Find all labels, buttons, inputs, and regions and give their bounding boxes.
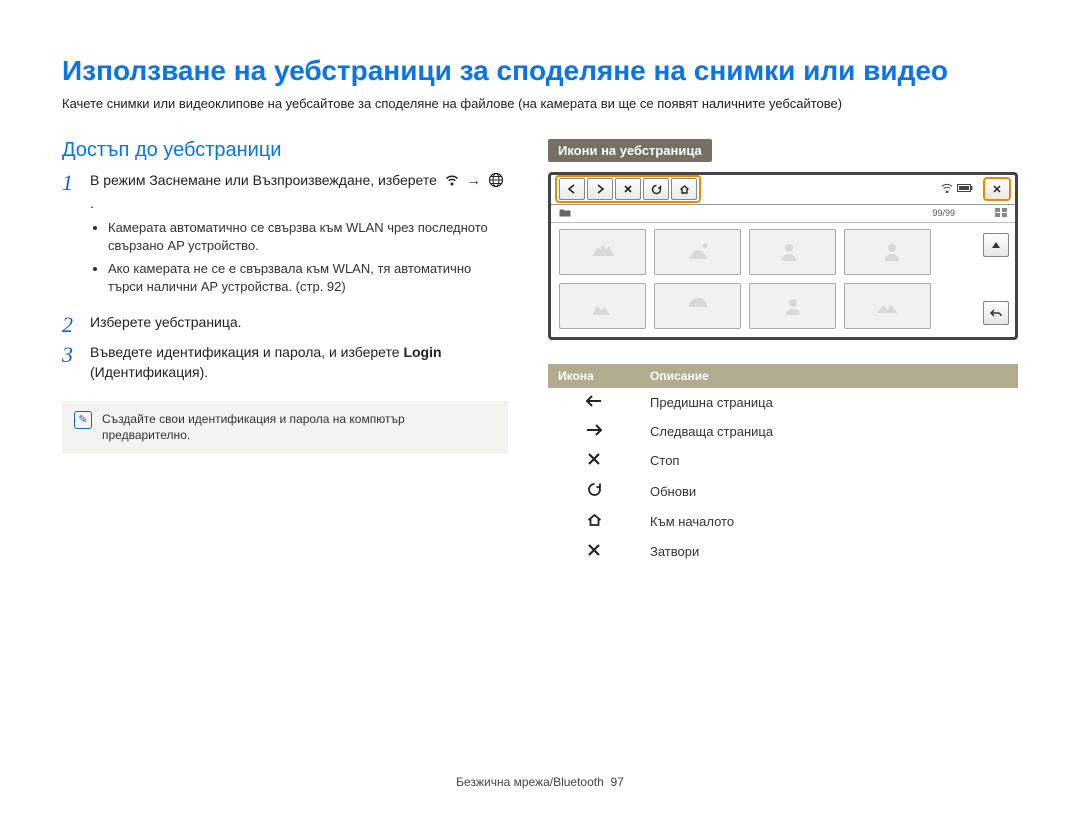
step-body: В режим Заснемане или Възпроизвеждане, и…	[90, 170, 508, 306]
step-3-post: (Идентификация).	[90, 364, 208, 380]
thumbnail-grid	[551, 223, 1015, 335]
bullet: Камерата автоматично се свързва към WLAN…	[108, 219, 508, 255]
browser-toolbar: ✕	[551, 175, 1015, 205]
icon-desc: Към началото	[640, 507, 1018, 537]
page-title: Използване на уебстраници за споделяне н…	[62, 54, 1018, 88]
nav-button-group	[555, 175, 701, 203]
step-3-pre: Въведете идентификация и парола, и избер…	[90, 344, 403, 360]
grid-icon	[995, 208, 1007, 219]
battery-status-icon	[957, 184, 973, 195]
footer-page: 97	[610, 775, 623, 789]
table-row: Затвори	[548, 537, 1018, 567]
thumbnail[interactable]	[559, 229, 646, 275]
forward-arrow-icon	[548, 417, 640, 446]
undo-button[interactable]	[983, 301, 1009, 325]
icon-desc: Предишна страница	[640, 388, 1018, 417]
page-nav	[983, 233, 1009, 325]
table-row: Следваща страница	[548, 417, 1018, 446]
stop-icon	[548, 446, 640, 476]
camera-screen: ✕ 99/99	[548, 172, 1018, 340]
home-button[interactable]	[671, 178, 697, 200]
thumbnail-counter: 99/99	[932, 208, 955, 218]
section-badge: Икони на уебстраница	[548, 139, 712, 162]
step-1-bullets: Камерата автоматично се свързва към WLAN…	[108, 219, 508, 296]
step-number: 3	[62, 342, 90, 366]
step-3: 3 Въведете идентификация и парола, и изб…	[62, 342, 508, 383]
icon-legend-table: Икона Описание Предишна страница Следващ…	[548, 364, 1018, 567]
thumbnail[interactable]	[654, 283, 741, 329]
step-number: 1	[62, 170, 90, 194]
status-area	[941, 183, 973, 196]
step-number: 2	[62, 312, 90, 336]
note-text: Създайте свои идентификация и парола на …	[102, 411, 496, 445]
table-row: Обнови	[548, 476, 1018, 507]
footer-section: Безжична мрежа/Bluetooth	[456, 775, 604, 789]
table-row: Към началото	[548, 507, 1018, 537]
thumbnail[interactable]	[844, 229, 931, 275]
thumbnail[interactable]	[844, 283, 931, 329]
back-button[interactable]	[559, 178, 585, 200]
bullet: Ако камерата не се е свързвала към WLAN,…	[108, 260, 508, 296]
home-icon	[548, 507, 640, 537]
left-column: Достъп до уебстраници 1 В режим Заснеман…	[62, 139, 508, 567]
page-up-button[interactable]	[983, 233, 1009, 257]
step-body: Изберете уебстраница.	[90, 312, 508, 332]
step-1: 1 В режим Заснемане или Възпроизвеждане,…	[62, 170, 508, 306]
manual-page: Използване на уебстраници за споделяне н…	[0, 0, 1080, 815]
page-footer: Безжична мрежа/Bluetooth 97	[0, 775, 1080, 789]
icon-desc: Обнови	[640, 476, 1018, 507]
step-3-strong: Login	[403, 344, 441, 360]
step-2: 2 Изберете уебстраница.	[62, 312, 508, 336]
arrow-icon: →	[467, 172, 481, 188]
icon-desc: Следваща страница	[640, 417, 1018, 446]
note-icon: ✎	[74, 411, 92, 429]
refresh-button[interactable]	[643, 178, 669, 200]
back-arrow-icon	[548, 388, 640, 417]
close-button[interactable]: ✕	[983, 177, 1011, 201]
wireless-icon	[444, 172, 460, 193]
step-1-pre: В режим Заснемане или Възпроизвеждане, и…	[90, 172, 437, 188]
thumbnail[interactable]	[749, 229, 836, 275]
right-column: Икони на уебстраница ✕	[548, 139, 1018, 567]
table-row: Предишна страница	[548, 388, 1018, 417]
step-1-post: .	[90, 195, 94, 211]
section-heading: Достъп до уебстраници	[62, 139, 508, 162]
step-body: Въведете идентификация и парола, и избер…	[90, 342, 508, 383]
forward-button[interactable]	[587, 178, 613, 200]
table-row: Стоп	[548, 446, 1018, 476]
stop-button[interactable]	[615, 178, 641, 200]
thumbnail[interactable]	[559, 283, 646, 329]
wifi-status-icon	[941, 183, 953, 196]
page-intro: Качете снимки или видеоклипове на уебсай…	[62, 96, 1018, 111]
thumbnail[interactable]	[749, 283, 836, 329]
th-icon: Икона	[548, 364, 640, 388]
folder-icon	[559, 208, 571, 219]
thumbnail[interactable]	[654, 229, 741, 275]
close-icon	[548, 537, 640, 567]
content-columns: Достъп до уебстраници 1 В режим Заснеман…	[62, 139, 1018, 567]
refresh-icon	[548, 476, 640, 507]
icon-desc: Затвори	[640, 537, 1018, 567]
th-desc: Описание	[640, 364, 1018, 388]
note-box: ✎ Създайте свои идентификация и парола н…	[62, 401, 508, 455]
icon-desc: Стоп	[640, 446, 1018, 476]
globe-icon	[488, 172, 504, 193]
sub-toolbar: 99/99	[551, 205, 1015, 223]
